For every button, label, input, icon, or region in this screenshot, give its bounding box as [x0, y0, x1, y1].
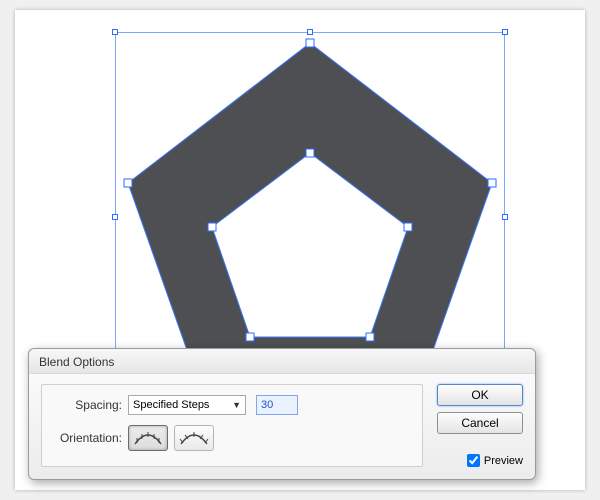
- steps-input[interactable]: [256, 395, 298, 415]
- dialog-fields: Spacing: Specified Steps ▼ Orientation:: [41, 384, 423, 467]
- chevron-down-icon: ▼: [232, 400, 241, 410]
- cancel-button[interactable]: Cancel: [437, 412, 523, 434]
- preview-checkbox[interactable]: [467, 454, 480, 467]
- orientation-align-to-path-button[interactable]: [174, 425, 214, 451]
- resize-handle-left[interactable]: [112, 214, 118, 220]
- dialog-title: Blend Options: [29, 349, 535, 374]
- preview-label: Preview: [484, 455, 523, 467]
- resize-handle-top-left[interactable]: [112, 29, 118, 35]
- blend-options-dialog: Blend Options Spacing: Specified Steps ▼…: [28, 348, 536, 480]
- orientation-align-to-page-button[interactable]: [128, 425, 168, 451]
- resize-handle-right[interactable]: [502, 214, 508, 220]
- spacing-value: Specified Steps: [133, 399, 209, 411]
- orientation-label: Orientation:: [52, 431, 122, 445]
- ok-button[interactable]: OK: [437, 384, 523, 406]
- pentagon-shape[interactable]: [120, 35, 500, 395]
- spacing-label: Spacing:: [52, 398, 122, 412]
- resize-handle-top-right[interactable]: [502, 29, 508, 35]
- spacing-dropdown[interactable]: Specified Steps ▼: [128, 395, 246, 415]
